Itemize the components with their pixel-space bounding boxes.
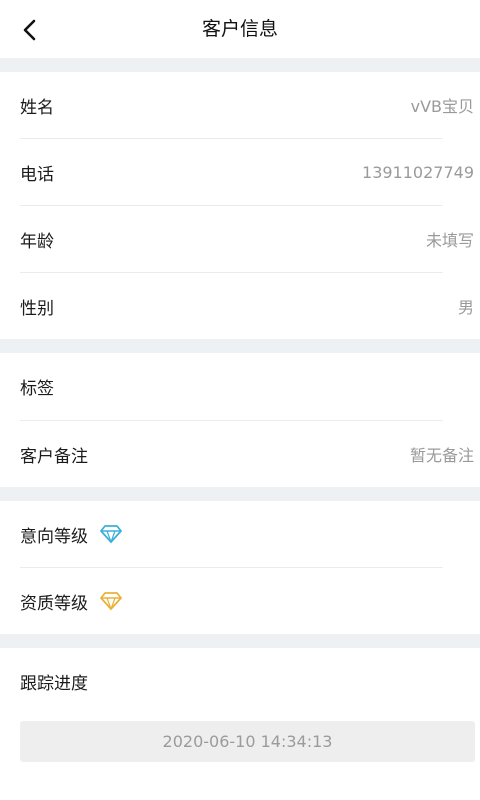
phone-value: 13911027749 (362, 162, 474, 182)
gender-value: 男 (457, 298, 474, 317)
back-arrow-icon (23, 19, 36, 41)
gender-row[interactable]: 性别 男 (0, 273, 480, 339)
gender-label: 性别 (20, 298, 54, 319)
remark-label: 客户备注 (20, 446, 88, 467)
quality-level-label-wrap: 资质等级 (20, 589, 122, 614)
age-row[interactable]: 年龄 未填写 (0, 206, 480, 272)
section-gap (0, 58, 480, 72)
tags-label: 标签 (20, 378, 54, 399)
top-bar: 客户信息 (0, 0, 480, 58)
remark-row[interactable]: 客户备注 暂无备注 (0, 421, 480, 487)
diamond-icon (100, 591, 122, 611)
name-row[interactable]: 姓名 vVB宝贝 (0, 72, 480, 138)
diamond-icon (100, 524, 122, 544)
age-label: 年龄 (20, 231, 54, 252)
intent-level-row[interactable]: 意向等级 (0, 501, 480, 567)
name-label: 姓名 (20, 97, 54, 118)
quality-level-row[interactable]: 资质等级 (0, 568, 480, 634)
progress-label: 跟踪进度 (20, 673, 88, 694)
intent-level-label-wrap: 意向等级 (20, 522, 122, 547)
remark-value: 暂无备注 (409, 446, 474, 465)
phone-row[interactable]: 电话 13911027749 (0, 139, 480, 205)
page-title: 客户信息 (201, 18, 278, 40)
tags-row[interactable]: 标签 (0, 353, 480, 419)
progress-timestamp: 2020-06-10 14:34:13 (20, 721, 475, 762)
phone-label: 电话 (20, 164, 54, 185)
section-gap (0, 339, 480, 353)
section-gap (0, 634, 480, 648)
section-gap (0, 487, 480, 501)
back-button[interactable] (14, 14, 46, 46)
age-value: 未填写 (425, 231, 474, 250)
quality-level-label: 资质等级 (20, 593, 88, 614)
intent-level-label: 意向等级 (20, 526, 88, 547)
name-value: vVB宝贝 (410, 97, 474, 116)
progress-row: 跟踪进度 (0, 648, 480, 714)
